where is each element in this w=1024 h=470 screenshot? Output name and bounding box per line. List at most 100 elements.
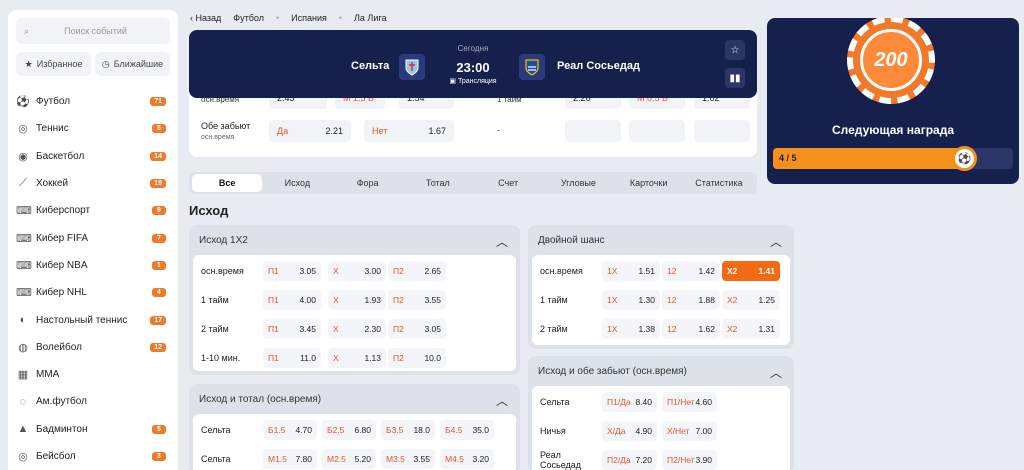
odds-cell[interactable]: П1/Да 8.40: [602, 392, 657, 412]
odds-cell[interactable]: П1 3.05: [263, 261, 321, 281]
tab-statistics[interactable]: Статистика: [684, 174, 754, 192]
odds-value: 2.30: [364, 324, 381, 334]
odds-cell[interactable]: П2 10.0: [388, 348, 446, 368]
favorite-match-button[interactable]: ☆: [725, 40, 745, 60]
odds-cell[interactable]: 1X 1.30: [602, 290, 660, 310]
odds-cell[interactable]: 1X 1.51: [602, 261, 660, 281]
sport-count-badge: 14: [150, 151, 166, 161]
breadcrumb-item-football[interactable]: Футбол: [233, 13, 264, 23]
sport-count-badge: 5: [152, 424, 166, 434]
odds-label: П2/Нет: [667, 455, 695, 465]
odds-label: Б4.5: [445, 425, 463, 435]
odds-cell[interactable]: X2 1.41: [722, 261, 780, 281]
odds-label: 1X: [607, 266, 618, 276]
odds-cell[interactable]: П1 4.00: [263, 290, 321, 310]
collapse-icon[interactable]: ︿: [770, 364, 782, 381]
odds-label: П1/Нет: [667, 397, 695, 407]
sidebar-item-sport[interactable]: ◎ Теннис 5: [16, 115, 170, 142]
row-label: 1 тайм: [540, 290, 568, 310]
tab-cards[interactable]: Карточки: [614, 174, 684, 192]
sidebar-item-sport[interactable]: ⚽ Футбол 71: [16, 88, 170, 115]
tab-score[interactable]: Счет: [473, 174, 543, 192]
sidebar-item-sport[interactable]: ◍ Волейбол 12: [16, 334, 170, 361]
odds-cell[interactable]: 12 1.88: [662, 290, 720, 310]
sport-count-badge: 5: [152, 124, 166, 134]
broadcast-link[interactable]: ▣ Трансляция: [189, 77, 757, 85]
collapse-icon[interactable]: ︿: [770, 233, 782, 250]
odds-cell[interactable]: П1/Нет 4.60: [662, 392, 717, 412]
odds-cell[interactable]: Х/Да 4.90: [602, 421, 657, 441]
odds-cell[interactable]: П1 11.0: [263, 348, 321, 368]
breadcrumb-item-spain[interactable]: Испания: [291, 13, 327, 23]
odds-cell[interactable]: Б3.5 18.0: [381, 420, 435, 440]
collapse-icon[interactable]: ︿: [496, 233, 508, 250]
odds-cell[interactable]: X 2.30: [328, 319, 386, 339]
odds-cell[interactable]: Б2.5 6.80: [322, 420, 376, 440]
statistics-button[interactable]: ▮▮: [725, 68, 745, 88]
odds-cell[interactable]: 12 1.42: [662, 261, 720, 281]
search-input[interactable]: ⌕ Поиск событий: [16, 18, 170, 44]
odds-cell[interactable]: П2/Да 7.20: [602, 450, 657, 470]
sidebar-item-sport[interactable]: ⟋ Хоккей 19: [16, 170, 170, 197]
tab-total[interactable]: Тотал: [403, 174, 473, 192]
odds-value: 3.55: [424, 295, 441, 305]
odds-cell[interactable]: М4.5 3.20: [440, 449, 494, 469]
tab-handicap[interactable]: Фора: [333, 174, 403, 192]
odds-cell[interactable]: М3.5 3.55: [381, 449, 435, 469]
odds-cell[interactable]: П2 3.55: [388, 290, 446, 310]
sidebar-item-sport[interactable]: ⌨ Кибер NBA 1: [16, 252, 170, 279]
sidebar-item-sport[interactable]: ◐ Настольный теннис 17: [16, 306, 170, 333]
tab-all[interactable]: Все: [192, 174, 263, 192]
tv-icon: ▣: [449, 78, 457, 85]
odds-cell[interactable]: 12 1.62: [662, 319, 720, 339]
odds-cell[interactable]: X2 1.25: [722, 290, 780, 310]
tab-outcome[interactable]: Исход: [262, 174, 332, 192]
odds-value: 1.25: [758, 295, 775, 305]
odds-value: 4.90: [635, 426, 652, 436]
favorites-button[interactable]: ★ Избранное: [16, 52, 91, 76]
reward-promo[interactable]: 200 Следующая награда 4 / 5 ⚽: [767, 18, 1019, 184]
back-link[interactable]: ‹ Назад: [190, 13, 221, 23]
sidebar-item-sport[interactable]: ⌨ Киберспорт 9: [16, 197, 170, 224]
odds-cell[interactable]: Х/Нет 7.00: [662, 421, 717, 441]
odds-cell[interactable]: М1.5 7.80: [263, 449, 317, 469]
tab-corners[interactable]: Угловые: [543, 174, 613, 192]
breadcrumb-item-laliga[interactable]: Ла Лига: [354, 13, 386, 23]
soccer-ball-icon: ⚽: [952, 146, 977, 171]
odds-value: 3.90: [695, 455, 712, 465]
odds-cell[interactable]: Б4.5 35.0: [440, 420, 494, 440]
odds-label: 1X: [607, 324, 618, 334]
sidebar-item-sport[interactable]: ▦ MMA: [16, 361, 170, 388]
panel-title: Исход и обе забьют (осн.время): [538, 366, 687, 377]
odds-cell[interactable]: П1 3.45: [263, 319, 321, 339]
odds-label: Б1.5: [268, 425, 286, 435]
collapse-icon[interactable]: ︿: [496, 392, 508, 409]
sidebar-item-sport[interactable]: ◌ Ам.футбол: [16, 388, 170, 415]
upcoming-button[interactable]: ◷ Ближайшие: [95, 52, 170, 76]
sidebar-item-sport[interactable]: ◎ Бейсбол 3: [16, 443, 170, 470]
row-label: 2 тайм: [201, 319, 229, 339]
odds-cell-no[interactable]: Нет 1.67: [364, 120, 454, 142]
sidebar-item-sport[interactable]: ⌨ Кибер NHL 4: [16, 279, 170, 306]
sidebar-item-sport[interactable]: ⌨ Кибер FIFA 7: [16, 224, 170, 251]
odds-cell[interactable]: X 1.93: [328, 290, 386, 310]
odds-cell[interactable]: X2 1.31: [722, 319, 780, 339]
odds-cell[interactable]: X 3.00: [328, 261, 386, 281]
sport-count-badge: 17: [150, 315, 166, 325]
odds-cell[interactable]: X 1.13: [328, 348, 386, 368]
outcome-1x2-panel: Исход 1X2 ︿ осн.время П1 3.05 X 3.00 П2 2.65 1 …: [189, 225, 520, 375]
odds-label: П2: [393, 295, 404, 305]
dash-placeholder: -: [497, 125, 500, 135]
odds-cell[interactable]: М2.5 5.20: [322, 449, 376, 469]
odds-cell[interactable]: П2/Нет 3.90: [662, 450, 717, 470]
odds-cell[interactable]: 1X 1.38: [602, 319, 660, 339]
odds-cell[interactable]: П2 2.65: [388, 261, 446, 281]
odds-cell[interactable]: П2 3.05: [388, 319, 446, 339]
sidebar-item-sport[interactable]: ◉ Баскетбол 14: [16, 143, 170, 170]
odds-cell[interactable]: Б1.5 4.70: [263, 420, 317, 440]
sport-name: Ам.футбол: [36, 396, 87, 408]
real-sociedad-crest-icon: [525, 59, 539, 76]
odds-value: 1.42: [698, 266, 715, 276]
sidebar-item-sport[interactable]: ▲ Бадминтон 5: [16, 416, 170, 443]
odds-cell-yes[interactable]: Да 2.21: [269, 120, 351, 142]
